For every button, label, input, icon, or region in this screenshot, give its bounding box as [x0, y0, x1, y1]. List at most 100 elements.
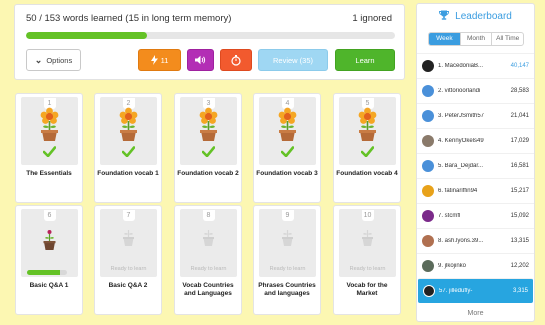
- course-name: Vocab Countries and Languages: [182, 282, 234, 297]
- course-tile: 7 Ready to learn: [100, 209, 157, 277]
- flower-pot-icon: [196, 107, 221, 148]
- avatar: [423, 285, 435, 297]
- ready-to-learn-label: Ready to learn: [190, 266, 227, 272]
- ignored-count[interactable]: 1 ignored: [352, 13, 392, 24]
- avatar: [422, 60, 434, 72]
- checkmark-icon: [42, 144, 57, 162]
- leaderboard-row[interactable]: 4. KennyOkels49 17,029: [417, 128, 534, 153]
- course-card[interactable]: 7 Ready to learn Basic Q&A 2: [94, 205, 162, 315]
- options-button[interactable]: ⌄ Options: [26, 49, 81, 71]
- leaderboard-row[interactable]: 6. fatinariffin94 15,217: [417, 178, 534, 203]
- empty-pot-icon: [196, 213, 221, 254]
- course-card[interactable]: 10 Ready to learn Vocab for the Market: [333, 205, 401, 315]
- flower-pot-icon: [116, 107, 141, 148]
- review-button[interactable]: Review (35): [258, 49, 328, 71]
- course-card[interactable]: 3 Foundation vocab 2: [174, 93, 242, 203]
- lightning-icon: [150, 55, 158, 65]
- leaderboard-more-link[interactable]: More: [417, 310, 534, 317]
- course-name: Foundation vocab 1: [97, 170, 159, 177]
- empty-pot-icon: [355, 213, 380, 254]
- leaderboard-score: 15,092: [510, 213, 529, 219]
- progress-panel: 50 / 153 words learned (15 in long term …: [14, 4, 405, 80]
- leaderboard-score: 21,041: [510, 113, 529, 119]
- course-card[interactable]: 2 Foundation vocab 1: [94, 93, 162, 203]
- difficult-words-button[interactable]: [220, 49, 252, 71]
- flower-pot-icon: [37, 107, 62, 148]
- flower-pot-icon: [275, 107, 300, 148]
- course-card[interactable]: 4 Foundation vocab 3: [253, 93, 321, 203]
- listening-skills-button[interactable]: [187, 49, 214, 71]
- options-label: Options: [46, 55, 73, 65]
- stopwatch-icon: [231, 54, 241, 66]
- leaderboard-username: 3. PeterJSmith57: [438, 113, 485, 119]
- empty-pot-icon: [116, 213, 141, 254]
- trophy-icon: [439, 10, 455, 23]
- course-name: Basic Q&A 1: [29, 282, 69, 289]
- leaderboard-row[interactable]: 2. vittorioorlandi 28,583: [417, 78, 534, 103]
- tab-month[interactable]: Month: [461, 33, 493, 45]
- leaderboard-username: 9. jlkojinko: [438, 263, 467, 269]
- leaderboard-score: 28,583: [510, 88, 529, 94]
- course-card[interactable]: 8 Ready to learn Vocab Countries and Lang…: [174, 205, 242, 315]
- course-name: Vocab for the Market: [346, 282, 388, 297]
- course-card[interactable]: 5 Foundation vocab 4: [333, 93, 401, 203]
- course-name: The Essentials: [26, 170, 72, 177]
- leaderboard-score: 17,029: [510, 138, 529, 144]
- leaderboard-score: 15,217: [510, 188, 529, 194]
- words-progress-fill: [26, 32, 147, 39]
- leaderboard-username: 1. MacedoniaB...: [438, 63, 484, 69]
- course-card[interactable]: 6 Basic Q&A 1: [15, 205, 83, 315]
- leaderboard-row[interactable]: 8. ash.lyons.39... 13,315: [417, 228, 534, 253]
- words-learned-text: 50 / 153 words learned (15 in long term …: [26, 13, 232, 24]
- leaderboard-period-tabs: Week Month All Time: [428, 32, 524, 46]
- leaderboard-row[interactable]: 3. PeterJSmith57 21,041: [417, 103, 534, 128]
- speed-review-button[interactable]: 11: [138, 49, 181, 71]
- course-name: Foundation vocab 2: [177, 170, 239, 177]
- speaker-icon: [195, 55, 206, 65]
- leaderboard-score: 13,315: [510, 238, 529, 244]
- leaderboard-title-text: Leaderboard: [455, 11, 512, 22]
- course-name: Foundation vocab 3: [256, 170, 318, 177]
- leaderboard-row[interactable]: 9. jlkojinko 12,202: [417, 253, 534, 278]
- leaderboard-score: 3,315: [512, 288, 528, 294]
- course-tile: 6: [21, 209, 78, 277]
- tab-all-time[interactable]: All Time: [492, 33, 523, 45]
- course-card[interactable]: 1 The Essentials: [15, 93, 83, 203]
- leaderboard-panel: Leaderboard Week Month All Time 1. Maced…: [416, 3, 535, 322]
- leaderboard-row[interactable]: 5. Bara_Dejdar... 16,581: [417, 153, 534, 178]
- course-tile: 4: [259, 97, 316, 165]
- speed-review-count: 11: [160, 55, 169, 65]
- learn-button[interactable]: Learn: [335, 49, 395, 71]
- leaderboard-row[interactable]: 7. stcmfl 15,092: [417, 203, 534, 228]
- leaderboard-username: 8. ash.lyons.39...: [438, 238, 484, 244]
- course-name: Phrases Countries and languages: [258, 282, 316, 297]
- avatar: [422, 160, 434, 172]
- course-name: Foundation vocab 4: [336, 170, 398, 177]
- ready-to-learn-label: Ready to learn: [110, 266, 147, 272]
- course-tile: 1: [21, 97, 78, 165]
- leaderboard-row-current-user[interactable]: 57. jilledufly- 3,315: [418, 278, 533, 303]
- leaderboard-row[interactable]: 1. MacedoniaB... 40,147: [417, 53, 534, 78]
- empty-pot-icon: [275, 213, 300, 254]
- leaderboard-username: 7. stcmfl: [438, 213, 461, 219]
- words-progress-bar: [26, 32, 395, 39]
- tab-week[interactable]: Week: [429, 33, 461, 45]
- avatar: [422, 135, 434, 147]
- leaderboard-username: 4. KennyOkels49: [438, 138, 484, 144]
- leaderboard-username: 5. Bara_Dejdar...: [438, 163, 484, 169]
- checkmark-icon: [201, 144, 216, 162]
- course-tile: 9 Ready to learn: [259, 209, 316, 277]
- avatar: [422, 210, 434, 222]
- leaderboard-title: Leaderboard: [417, 10, 534, 23]
- leaderboard-score: 16,581: [510, 163, 529, 169]
- avatar: [422, 85, 434, 97]
- avatar: [422, 110, 434, 122]
- checkmark-icon: [280, 144, 295, 162]
- leaderboard-username: 6. fatinariffin94: [438, 188, 478, 194]
- leaderboard-username: 57. jilledufly-: [439, 288, 473, 294]
- course-card[interactable]: 9 Ready to learn Phrases Countries and la…: [253, 205, 321, 315]
- course-tile: 10 Ready to learn: [339, 209, 396, 277]
- flower-pot-icon: [355, 107, 380, 148]
- ready-to-learn-label: Ready to learn: [269, 266, 306, 272]
- course-tile: 5: [339, 97, 396, 165]
